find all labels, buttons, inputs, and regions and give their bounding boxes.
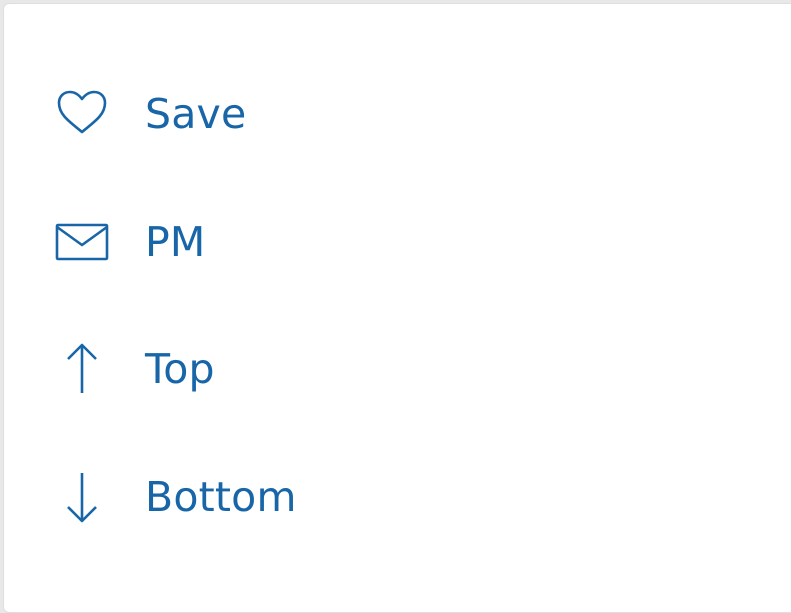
arrow-up-icon xyxy=(54,341,110,397)
heart-outline-icon xyxy=(54,86,110,142)
menu-item-label: Save xyxy=(145,90,247,138)
menu-item-bottom[interactable]: Bottom xyxy=(4,452,791,542)
envelope-icon xyxy=(54,214,110,270)
arrow-down-icon xyxy=(54,469,110,525)
menu-item-top[interactable]: Top xyxy=(4,324,791,414)
menu-item-label: Bottom xyxy=(145,473,297,521)
menu-item-pm[interactable]: PM xyxy=(4,197,791,287)
menu-item-label: Top xyxy=(145,345,215,393)
context-menu: Save PM Top Bottom xyxy=(3,3,791,613)
menu-item-label: PM xyxy=(145,218,206,266)
menu-item-save[interactable]: Save xyxy=(4,69,791,159)
